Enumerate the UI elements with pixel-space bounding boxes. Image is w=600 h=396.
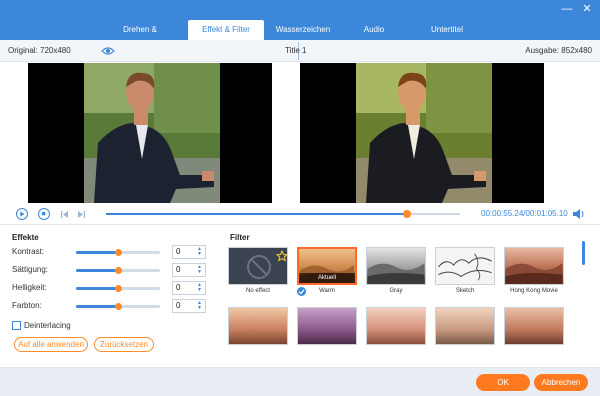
brightness-slider-knob[interactable]	[115, 285, 122, 292]
filter-title: Filter	[230, 233, 250, 242]
thumbnail-scene	[505, 263, 563, 284]
playback-bar: 00:00:55.24/00:01:05.10	[0, 204, 600, 224]
effect-row-brightness: Helligkeit: 0 ▲ ▼	[10, 281, 210, 295]
no-effect-icon	[247, 249, 287, 279]
next-frame-icon[interactable]	[76, 210, 86, 219]
saturation-slider-knob[interactable]	[115, 267, 122, 274]
clip-title: Title 1	[285, 46, 307, 55]
filter-thumbnail	[366, 247, 426, 285]
ok-button[interactable]: OK	[476, 374, 530, 391]
deinterlacing-label: Deinterlacing	[24, 321, 71, 330]
brightness-label: Helligkeit:	[12, 283, 47, 292]
brightness-value: 0	[176, 283, 181, 292]
brightness-input[interactable]: 0 ▲ ▼	[172, 281, 206, 295]
contrast-input[interactable]: 0 ▲ ▼	[172, 245, 206, 259]
effect-row-saturation: Sättigung: 0 ▲ ▼	[10, 263, 210, 277]
settings-panel: Effekte Kontrast: 0 ▲ ▼ Sättigung: 0 ▲ ▼ Hel…	[0, 224, 600, 367]
deinterlacing-checkbox[interactable]	[12, 321, 21, 330]
original-resolution: Original: 720x480	[8, 46, 71, 55]
close-icon[interactable]: ✕	[580, 2, 594, 16]
contrast-label: Kontrast:	[12, 247, 45, 256]
tab-effect-filter[interactable]: Effekt & Filter	[188, 20, 264, 40]
stepper-arrows-icon[interactable]: ▲ ▼	[197, 265, 203, 275]
hue-label: Farbton:	[12, 301, 42, 310]
thumbnail-scene	[438, 253, 492, 281]
preview-header: Original: 720x480 Title 1 Ausgabe: 852x4…	[0, 40, 600, 62]
filter-thumbnail	[297, 307, 357, 345]
dialog-footer: OK Abbrechen	[0, 367, 600, 396]
video-frame-original	[84, 63, 220, 203]
saturation-slider[interactable]	[76, 267, 160, 274]
hue-value: 0	[176, 301, 181, 310]
filter-thumbnail	[435, 307, 495, 345]
saturation-input[interactable]: 0 ▲ ▼	[172, 263, 206, 277]
hue-slider[interactable]	[76, 303, 160, 310]
video-frame-output	[356, 63, 492, 203]
cancel-button[interactable]: Abbrechen	[534, 374, 588, 391]
output-preview	[300, 63, 544, 203]
hue-input[interactable]: 0 ▲ ▼	[172, 299, 206, 313]
time-display: 00:00:55.24/00:01:05.10	[481, 209, 568, 218]
favorite-star-icon	[275, 249, 287, 262]
hue-slider-knob[interactable]	[115, 303, 122, 310]
contrast-slider[interactable]	[76, 249, 160, 256]
title-bar: Drehen & Zuschneiden Effekt & Filter Was…	[0, 0, 600, 54]
filter-thumbnail	[504, 247, 564, 285]
output-resolution: Ausgabe: 852x480	[525, 46, 592, 55]
volume-icon[interactable]	[572, 208, 586, 220]
effect-row-contrast: Kontrast: 0 ▲ ▼	[10, 245, 210, 259]
filter-label: Gray	[389, 288, 403, 294]
tab-subtitle[interactable]: Untertitel	[406, 20, 488, 40]
tab-audio[interactable]: Audio	[342, 20, 406, 40]
filter-scrollbar[interactable]	[582, 241, 585, 265]
original-preview	[28, 63, 272, 203]
filter-label: Hong Kong Movie	[510, 288, 558, 294]
progress-track[interactable]	[106, 210, 460, 218]
stop-icon	[41, 211, 46, 216]
filter-thumbnail	[366, 307, 426, 345]
filter-thumbnail	[435, 247, 495, 285]
effects-title: Effekte	[12, 233, 39, 242]
stepper-arrows-icon[interactable]: ▲ ▼	[197, 247, 203, 257]
thumbnail-scene	[367, 263, 425, 284]
current-badge: Aktuell	[299, 273, 355, 283]
contrast-value: 0	[176, 247, 181, 256]
filter-thumbnail	[504, 307, 564, 345]
stepper-arrows-icon[interactable]: ▲ ▼	[197, 283, 203, 293]
play-button[interactable]	[16, 208, 28, 220]
filter-thumbnail	[228, 307, 288, 345]
filter-label: Warm	[319, 288, 335, 294]
brightness-slider[interactable]	[76, 285, 160, 292]
stop-button[interactable]	[38, 208, 50, 220]
saturation-value: 0	[176, 265, 181, 274]
stepper-arrows-icon[interactable]: ▲ ▼	[197, 301, 203, 311]
tab-bar: Drehen & Zuschneiden Effekt & Filter Was…	[92, 20, 488, 54]
tab-rotate-crop[interactable]: Drehen & Zuschneiden	[92, 20, 188, 54]
reset-button[interactable]: Zurücksetzen	[94, 337, 154, 352]
effect-row-hue: Farbton: 0 ▲ ▼	[10, 299, 210, 313]
eye-icon[interactable]	[101, 45, 115, 57]
contrast-slider-knob[interactable]	[115, 249, 122, 256]
play-icon	[20, 211, 25, 217]
filter-label: No effect	[246, 288, 270, 294]
tab-watermark[interactable]: Wasserzeichen	[264, 20, 342, 40]
filter-thumbnail	[228, 247, 288, 285]
filter-thumbnail: Aktuell	[297, 247, 357, 285]
saturation-label: Sättigung:	[12, 265, 49, 274]
previous-frame-icon[interactable]	[60, 210, 70, 219]
apply-all-button[interactable]: Auf alle anwenden	[14, 337, 88, 352]
progress-fill	[106, 213, 407, 215]
progress-handle[interactable]	[402, 210, 411, 218]
filter-label: Sketch	[455, 288, 475, 294]
minimize-icon[interactable]: —	[560, 2, 574, 16]
